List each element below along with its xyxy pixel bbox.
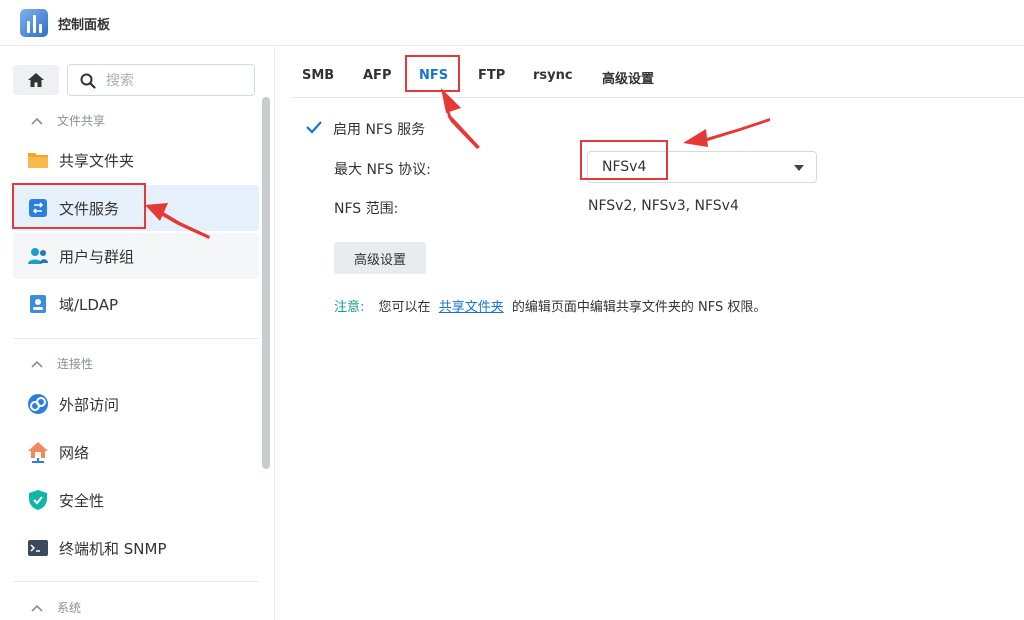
group-label: 文件共享 [57, 114, 106, 128]
sidebar-item-domain-ldap[interactable]: 域/LDAP [13, 281, 259, 327]
sidebar-item-label: 网络 [59, 443, 90, 462]
sidebar-item-users-groups[interactable]: 用户与群组 [13, 233, 259, 279]
search-input[interactable] [106, 71, 246, 91]
highlight-box-nfs-version [580, 140, 668, 180]
sidebar-item-label: 外部访问 [59, 395, 120, 414]
enable-nfs-label: 启用 NFS 服务 [333, 122, 426, 138]
divider [13, 338, 259, 339]
checkmark-icon [306, 121, 322, 134]
sidebar-item-security[interactable]: 安全性 [13, 477, 259, 523]
chevron-up-icon [31, 117, 43, 125]
sidebar-item-external-access[interactable]: 外部访问 [13, 381, 259, 427]
caret-down-icon [794, 165, 804, 171]
shared-folder-link[interactable]: 共享文件夹 [439, 300, 504, 315]
network-icon [27, 441, 49, 463]
tab-rsync[interactable]: rsync [533, 68, 573, 83]
shared-folder-icon [27, 149, 49, 171]
sidebar: 文件共享 共享文件夹 文件服务 用户与群组 域/LDAP 连接性 外部访问 [0, 47, 275, 620]
tab-advanced[interactable]: 高级设置 [602, 68, 654, 87]
group-header-system[interactable]: 系统 [31, 599, 81, 616]
tab-bar: SMB AFP NFS FTP rsync 高级设置 [292, 56, 1024, 98]
group-header-connectivity[interactable]: 连接性 [31, 355, 93, 372]
home-button[interactable] [13, 65, 59, 95]
tab-smb[interactable]: SMB [302, 68, 334, 83]
tab-ftp[interactable]: FTP [478, 68, 505, 83]
sidebar-item-label: 用户与群组 [59, 247, 135, 266]
note-text-before: 您可以在 [378, 300, 431, 315]
sidebar-item-network[interactable]: 网络 [13, 429, 259, 475]
users-icon [27, 245, 49, 267]
sidebar-item-label: 共享文件夹 [59, 151, 135, 170]
control-panel-icon [20, 9, 48, 37]
terminal-icon [27, 537, 49, 559]
group-label: 连接性 [57, 357, 94, 371]
sidebar-item-terminal-snmp[interactable]: 终端机和 SNMP [13, 525, 259, 571]
sidebar-scrollbar[interactable] [262, 97, 270, 469]
tab-afp[interactable]: AFP [363, 68, 391, 83]
chevron-up-icon [31, 360, 43, 368]
external-access-icon [27, 393, 49, 415]
chevron-up-icon [31, 604, 43, 612]
search-field[interactable] [67, 64, 255, 96]
arrow-to-nfs-version [683, 118, 770, 147]
note-prefix: 注意: [334, 300, 365, 315]
home-icon [28, 73, 44, 87]
sidebar-item-shared-folder[interactable]: 共享文件夹 [13, 137, 259, 183]
sidebar-item-label: 终端机和 SNMP [59, 539, 167, 558]
group-label: 系统 [57, 601, 82, 615]
note-text-after: 的编辑页面中编辑共享文件夹的 NFS 权限。 [511, 300, 767, 315]
nfs-range-label: NFS 范围: [334, 201, 399, 217]
search-icon [80, 73, 96, 89]
highlight-box-nfs-tab [405, 55, 460, 92]
title-bar: 控制面板 [0, 0, 1024, 46]
group-header-file-sharing[interactable]: 文件共享 [31, 112, 105, 129]
advanced-settings-button[interactable]: 高级设置 [334, 242, 426, 274]
enable-nfs-checkbox[interactable] [305, 118, 323, 136]
sidebar-item-label: 安全性 [59, 491, 105, 510]
nfs-note: 注意: 您可以在 共享文件夹 的编辑页面中编辑共享文件夹的 NFS 权限。 [334, 296, 766, 315]
domain-icon [27, 293, 49, 315]
window-title: 控制面板 [58, 18, 111, 33]
nfs-range-value: NFSv2, NFSv3, NFSv4 [588, 198, 739, 214]
max-protocol-label: 最大 NFS 协议: [334, 162, 431, 178]
shield-icon [27, 489, 49, 511]
divider [13, 581, 259, 582]
highlight-box-file-services [12, 183, 146, 229]
sidebar-item-label: 域/LDAP [59, 295, 119, 314]
